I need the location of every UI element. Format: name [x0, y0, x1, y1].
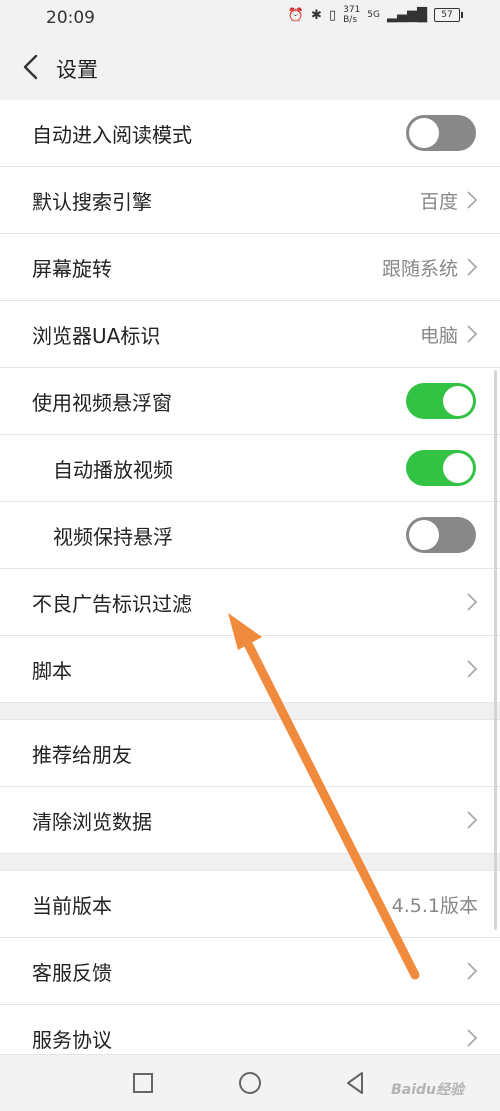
setting-label: 客服反馈: [32, 960, 112, 985]
autoplay-toggle[interactable]: [406, 450, 476, 486]
chevron-right-icon: [467, 191, 478, 209]
system-nav-bar: Baidu经验: [0, 1054, 500, 1111]
setting-reading-mode[interactable]: 自动进入阅读模式: [0, 100, 500, 167]
status-icons: ⏰ ✱ ▯ 371 B/s 5G ▂▄▆█ 57: [287, 5, 463, 25]
signal-icon: ▂▄▆█: [387, 7, 427, 23]
toggle-knob: [409, 118, 439, 148]
setting-video-float[interactable]: 使用视频悬浮窗: [0, 368, 500, 435]
vibrate-icon: ▯: [328, 7, 337, 23]
chevron-right-icon: [467, 1029, 478, 1047]
section-divider: [0, 703, 500, 720]
battery-level: 57: [441, 10, 453, 20]
back-icon[interactable]: [18, 53, 46, 81]
setting-value: 4.5.1版本: [391, 894, 478, 917]
toggle-knob: [443, 453, 473, 483]
setting-recommend[interactable]: 推荐给朋友: [0, 720, 500, 787]
setting-label: 使用视频悬浮窗: [32, 390, 172, 415]
toggle-knob: [409, 520, 439, 550]
home-button[interactable]: [236, 1069, 264, 1097]
setting-search-engine[interactable]: 默认搜索引擎 百度: [0, 167, 500, 234]
setting-value: 跟随系统: [381, 257, 458, 280]
setting-label: 当前版本: [32, 893, 112, 918]
setting-label: 默认搜索引擎: [32, 189, 152, 214]
setting-script[interactable]: 脚本: [0, 636, 500, 703]
status-time: 20:09: [46, 8, 95, 28]
setting-label: 不良广告标识过滤: [32, 591, 192, 616]
keep-float-toggle[interactable]: [406, 517, 476, 553]
chevron-right-icon: [467, 325, 478, 343]
chevron-right-icon: [467, 962, 478, 980]
setting-value: 百度: [419, 190, 458, 213]
setting-label: 屏幕旋转: [32, 256, 112, 281]
network-type: 5G: [367, 10, 380, 20]
setting-label: 自动进入阅读模式: [32, 122, 192, 147]
reading-mode-toggle[interactable]: [406, 115, 476, 151]
setting-autoplay[interactable]: 自动播放视频: [0, 435, 500, 502]
setting-label: 脚本: [32, 658, 72, 683]
setting-ua[interactable]: 浏览器UA标识 电脑: [0, 301, 500, 368]
net-rate-unit: B/s: [343, 15, 358, 25]
section-divider: [0, 854, 500, 871]
header: 设置: [0, 36, 500, 100]
setting-ad-filter[interactable]: 不良广告标识过滤: [0, 569, 500, 636]
recents-button[interactable]: [129, 1069, 157, 1097]
scrollbar[interactable]: [494, 370, 497, 930]
setting-clear-data[interactable]: 清除浏览数据: [0, 787, 500, 854]
setting-label: 推荐给朋友: [32, 742, 132, 767]
net-rate-value: 371: [343, 5, 361, 15]
toggle-knob: [443, 386, 473, 416]
back-nav-button[interactable]: [342, 1069, 370, 1097]
chevron-right-icon: [467, 660, 478, 678]
setting-value: 电脑: [419, 324, 458, 347]
setting-label: 自动播放视频: [53, 457, 173, 482]
video-float-toggle[interactable]: [406, 383, 476, 419]
chevron-right-icon: [467, 593, 478, 611]
setting-version: 当前版本 4.5.1版本: [0, 871, 500, 938]
chevron-right-icon: [467, 258, 478, 276]
battery-icon: 57: [434, 8, 463, 22]
settings-list: 自动进入阅读模式 默认搜索引擎 百度 屏幕旋转 跟随系统 浏览器UA标识 电脑 …: [0, 100, 500, 1072]
bluetooth-icon: ✱: [311, 7, 322, 23]
setting-label: 浏览器UA标识: [32, 323, 161, 348]
page-title: 设置: [56, 58, 98, 82]
setting-label: 服务协议: [32, 1027, 112, 1052]
network-rate: 371 B/s: [343, 5, 360, 25]
setting-label: 视频保持悬浮: [53, 524, 173, 549]
setting-feedback[interactable]: 客服反馈: [0, 938, 500, 1005]
alarm-icon: ⏰: [287, 7, 305, 23]
watermark: Baidu经验: [391, 1082, 464, 1098]
setting-rotation[interactable]: 屏幕旋转 跟随系统: [0, 234, 500, 301]
chevron-right-icon: [467, 811, 478, 829]
status-bar: 20:09 ⏰ ✱ ▯ 371 B/s 5G ▂▄▆█ 57: [0, 0, 500, 36]
setting-label: 清除浏览数据: [32, 809, 152, 834]
setting-keep-float[interactable]: 视频保持悬浮: [0, 502, 500, 569]
